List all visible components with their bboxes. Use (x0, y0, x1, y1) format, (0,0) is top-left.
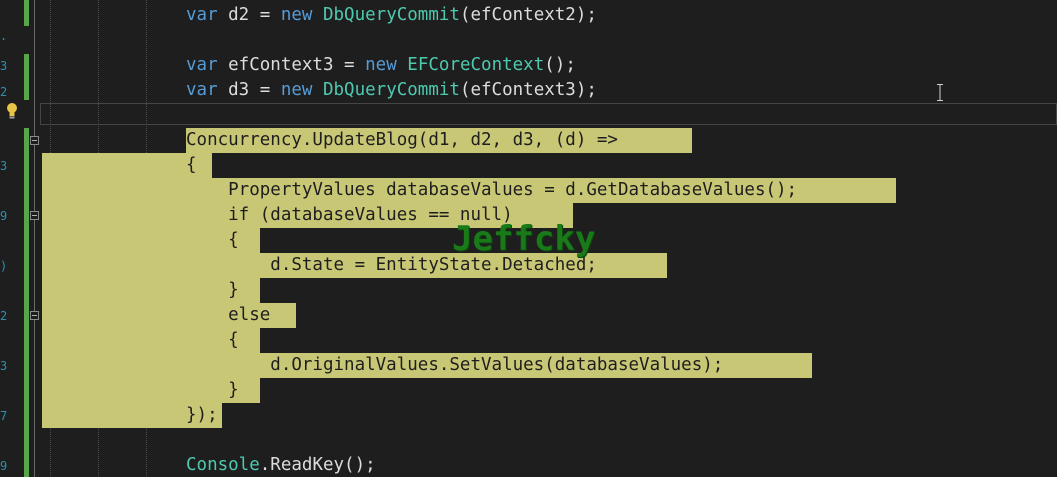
change-indicator (24, 0, 29, 26)
code-line[interactable]: Console.ReadKey(); (186, 453, 376, 477)
text-cursor-icon (937, 84, 943, 101)
gutter-mark: . (0, 29, 8, 43)
code-line[interactable]: } (186, 278, 239, 303)
fold-guide (34, 0, 35, 477)
watermark: Jeffcky (452, 219, 596, 259)
code-token: var (186, 80, 218, 100)
gutter-mark: 3 (0, 59, 8, 73)
code-line[interactable]: var efContext3 = new EFCoreContext(); (186, 53, 576, 78)
change-indicator (24, 128, 29, 477)
current-line-highlight (40, 103, 1057, 125)
code-token: Concurrency.UpdateBlog(d1, d2, d3, (d) =… (186, 130, 618, 150)
code-line[interactable]: var d3 = new DbQueryCommit(efContext3); (186, 78, 597, 103)
code-token: new (280, 80, 313, 100)
code-token: } (186, 380, 239, 400)
gutter-mark: ) (0, 259, 8, 273)
gutter-mark: 3 (0, 159, 8, 173)
fold-collapse-icon[interactable] (30, 211, 39, 220)
lightbulb-icon[interactable] (5, 102, 19, 120)
code-token: { (186, 230, 239, 250)
code-line[interactable]: { (186, 228, 239, 253)
code-line[interactable]: d.OriginalValues.SetValues(databaseValue… (186, 353, 723, 378)
gutter-mark: 2 (0, 309, 8, 323)
code-token: .ReadKey(); (259, 455, 376, 475)
gutter-mark: 7 (0, 409, 8, 423)
code-token: } (186, 280, 239, 300)
fold-collapse-icon[interactable] (30, 136, 39, 145)
code-token: var (186, 5, 218, 25)
code-line[interactable]: }); (186, 403, 218, 428)
gutter-mark: 9 (0, 209, 8, 223)
code-token: { (186, 330, 239, 350)
code-token: (); (544, 55, 576, 75)
code-line[interactable]: var d2 = new DbQueryCommit(efContext2); (186, 3, 597, 28)
code-token: d2 = (217, 5, 281, 25)
code-token: else (186, 305, 271, 325)
code-token: new (365, 55, 397, 75)
code-line[interactable]: } (186, 378, 239, 403)
code-token: d3 = (217, 80, 281, 100)
gutter-mark: 2 (0, 85, 8, 99)
code-token: (efContext3); (459, 80, 597, 100)
code-token: DbQueryCommit (322, 80, 460, 100)
fold-collapse-icon[interactable] (30, 311, 39, 320)
code-line[interactable]: { (186, 328, 239, 353)
code-token: new (280, 5, 313, 25)
code-line[interactable]: { (186, 153, 197, 178)
code-editor[interactable]: . 3 2 3 9 ) 2 3 7 9 var d2 = new DbQuery… (0, 0, 1057, 477)
code-token: PropertyValues databaseValues = d.GetDat… (186, 180, 798, 200)
code-token: var (186, 55, 218, 75)
change-indicator (24, 54, 29, 100)
code-token: Console (186, 455, 260, 475)
code-token: EFCoreContext (407, 55, 545, 75)
code-token: d.OriginalValues.SetValues(databaseValue… (186, 355, 724, 375)
code-token: DbQueryCommit (322, 5, 460, 25)
code-line[interactable]: else (186, 303, 270, 328)
line-number-gutter: . 3 2 3 9 ) 2 3 7 9 (0, 0, 22, 477)
code-token: { (186, 155, 197, 175)
code-line[interactable]: Concurrency.UpdateBlog(d1, d2, d3, (d) =… (186, 128, 618, 153)
code-token: efContext3 = (217, 55, 366, 75)
code-token: }); (186, 405, 218, 425)
code-line[interactable]: PropertyValues databaseValues = d.GetDat… (186, 178, 797, 203)
code-token: (efContext2); (459, 5, 597, 25)
gutter-mark: 3 (0, 359, 8, 373)
gutter-mark: 9 (0, 459, 8, 473)
